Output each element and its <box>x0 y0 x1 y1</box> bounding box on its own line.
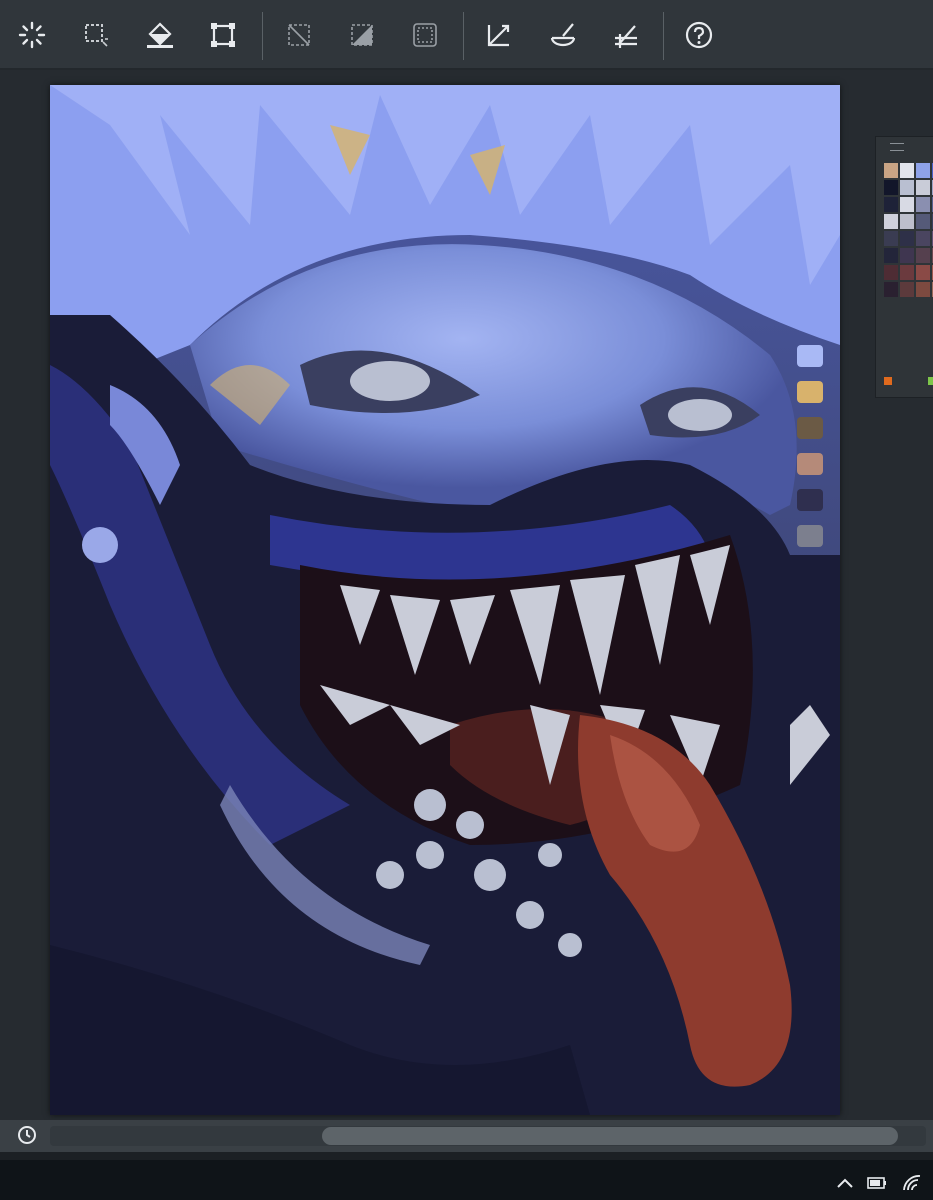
palette-swatch[interactable] <box>884 214 898 229</box>
help-icon[interactable] <box>682 18 716 52</box>
ruler-perspective-icon[interactable] <box>482 18 516 52</box>
scrollbar-thumb[interactable] <box>322 1127 898 1145</box>
transform-icon[interactable] <box>206 18 240 52</box>
palette-swatch[interactable] <box>884 265 898 280</box>
palette-swatch[interactable] <box>900 282 914 297</box>
palette-swatch[interactable] <box>900 248 914 263</box>
palette-swatch[interactable] <box>916 180 930 195</box>
palette-swatch[interactable] <box>916 265 930 280</box>
palette-grid <box>884 163 933 297</box>
battery-icon[interactable] <box>866 1172 888 1194</box>
toolbar-divider <box>663 12 664 60</box>
toolbar-divider <box>262 12 263 60</box>
toolbar-divider <box>463 12 464 60</box>
quick-swatches <box>797 345 827 561</box>
adjustments-icon[interactable] <box>15 18 49 52</box>
quick-swatch[interactable] <box>797 525 823 547</box>
palette-swatch[interactable] <box>884 197 898 212</box>
color-palette-panel <box>875 136 933 398</box>
palette-swatch[interactable] <box>900 163 914 178</box>
quick-swatch[interactable] <box>797 417 823 439</box>
palette-swatch[interactable] <box>916 248 930 263</box>
wifi-icon[interactable] <box>901 1172 923 1194</box>
os-taskbar <box>0 1160 933 1200</box>
foreground-color-indicator[interactable] <box>884 377 892 385</box>
palette-swatch[interactable] <box>884 248 898 263</box>
ruler-symmetry-icon[interactable] <box>609 18 643 52</box>
chevron-up-icon[interactable] <box>834 1172 856 1194</box>
canvas-workspace <box>0 70 933 1122</box>
drawing-canvas[interactable] <box>50 85 840 1115</box>
palette-swatch[interactable] <box>884 180 898 195</box>
selection-icon[interactable] <box>79 18 113 52</box>
quick-swatch[interactable] <box>797 453 823 475</box>
palette-swatch[interactable] <box>884 163 898 178</box>
ruler-ellipse-icon[interactable] <box>546 18 580 52</box>
palette-swatch[interactable] <box>900 265 914 280</box>
invert-selection-icon[interactable] <box>345 18 379 52</box>
bottom-bar <box>0 1120 933 1152</box>
artwork-illustration <box>50 85 840 1115</box>
palette-swatch[interactable] <box>884 282 898 297</box>
palette-swatch[interactable] <box>916 163 930 178</box>
top-toolbar <box>0 0 933 70</box>
palette-swatch[interactable] <box>916 282 930 297</box>
panel-grip-icon[interactable] <box>890 143 904 151</box>
quick-swatch[interactable] <box>797 345 823 367</box>
palette-swatch[interactable] <box>916 214 930 229</box>
fill-bucket-icon[interactable] <box>143 18 177 52</box>
palette-swatch[interactable] <box>900 214 914 229</box>
quick-swatch[interactable] <box>797 381 823 403</box>
palette-swatch[interactable] <box>884 231 898 246</box>
palette-swatch[interactable] <box>916 231 930 246</box>
history-icon[interactable] <box>16 1124 38 1146</box>
palette-swatch[interactable] <box>916 197 930 212</box>
palette-swatch[interactable] <box>900 231 914 246</box>
background-color-indicator[interactable] <box>928 377 933 385</box>
palette-swatch[interactable] <box>900 180 914 195</box>
clear-selection-icon[interactable] <box>282 18 316 52</box>
select-all-icon[interactable] <box>408 18 442 52</box>
palette-swatch[interactable] <box>900 197 914 212</box>
quick-swatch[interactable] <box>797 489 823 511</box>
